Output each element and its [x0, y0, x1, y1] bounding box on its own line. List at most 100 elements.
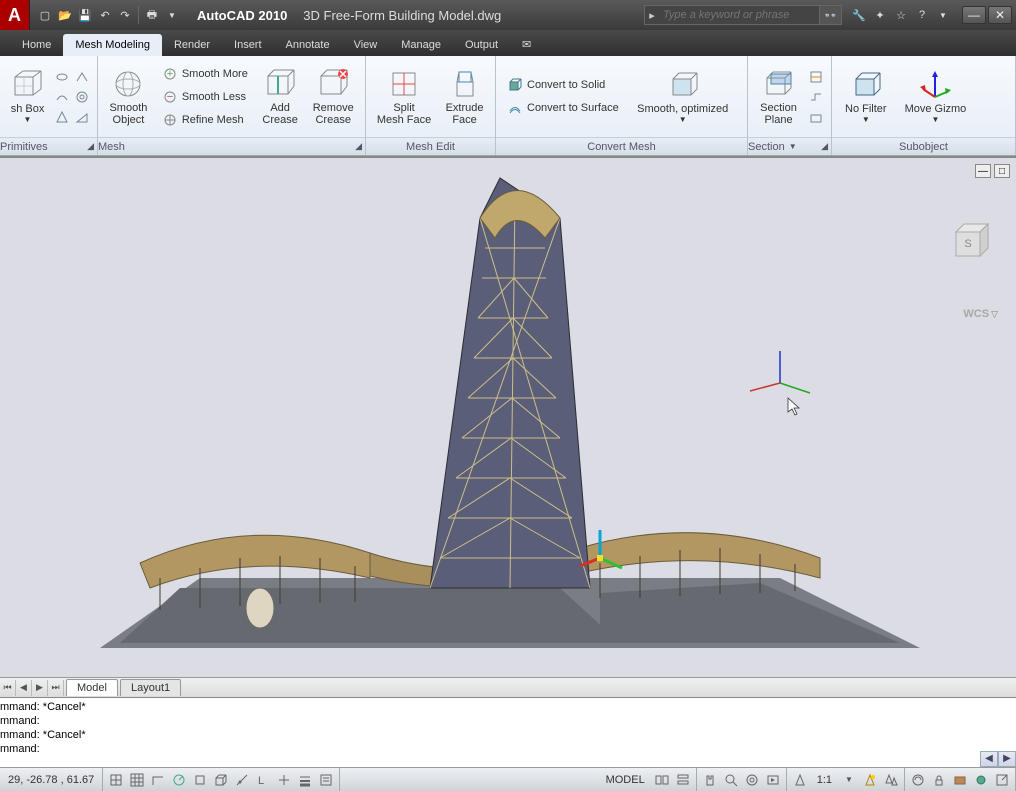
live-section-icon[interactable]	[807, 68, 825, 86]
torus-icon[interactable]	[73, 88, 91, 106]
section-plane-button[interactable]: Section Plane	[754, 65, 803, 129]
pan-icon[interactable]	[700, 771, 720, 789]
convert-to-solid-button[interactable]: Convert to Solid	[502, 74, 624, 96]
section-generate-icon[interactable]	[807, 108, 825, 126]
grid-display-icon[interactable]	[127, 771, 147, 789]
tab-annotate[interactable]: Annotate	[274, 34, 342, 56]
smooth-more-button[interactable]: + Smooth More	[157, 63, 253, 85]
tab-mesh-modeling[interactable]: Mesh Modeling	[63, 34, 162, 56]
annotation-scale-icon[interactable]	[790, 771, 810, 789]
extrude-face-button[interactable]: Extrude Face	[440, 65, 489, 129]
layout-next-button[interactable]: ▶	[32, 680, 48, 696]
mesh-box-button[interactable]: sh Box ▼	[6, 66, 49, 127]
quick-view-layouts-icon[interactable]	[652, 771, 672, 789]
open-icon[interactable]: 📂	[56, 6, 74, 24]
otrack-icon[interactable]	[232, 771, 252, 789]
convert-to-surface-button[interactable]: Convert to Surface	[502, 97, 624, 119]
osnap-icon[interactable]	[190, 771, 210, 789]
quick-properties-icon[interactable]	[316, 771, 336, 789]
viewport-maximize-button[interactable]: □	[994, 164, 1010, 178]
wedge-icon[interactable]	[73, 108, 91, 126]
remove-crease-button[interactable]: Remove Crease	[307, 65, 359, 129]
no-filter-button[interactable]: No Filter ▼	[838, 66, 894, 127]
ortho-mode-icon[interactable]	[148, 771, 168, 789]
cmd-scroll-left[interactable]: ◀	[980, 751, 998, 767]
smooth-object-button[interactable]: Smooth Object	[104, 65, 153, 129]
loft-icon[interactable]	[73, 68, 91, 86]
move-gizmo-button[interactable]: Move Gizmo ▼	[898, 66, 974, 127]
wcs-label[interactable]: WCS ▽	[963, 308, 998, 320]
favorites-icon[interactable]: ☆	[892, 6, 910, 24]
search-dropdown-icon[interactable]: ▸	[645, 9, 659, 22]
toolbar-lock-icon[interactable]	[929, 771, 949, 789]
layout-first-button[interactable]: ⏮	[0, 680, 16, 696]
undo-icon[interactable]: ↶	[96, 6, 114, 24]
section-jog-icon[interactable]	[807, 88, 825, 106]
status-model-label[interactable]: MODEL	[600, 774, 651, 786]
layout-tab-layout1[interactable]: Layout1	[120, 679, 181, 696]
tab-home[interactable]: Home	[10, 34, 63, 56]
new-icon[interactable]: ▢	[36, 6, 54, 24]
lineweight-icon[interactable]	[295, 771, 315, 789]
express-tools-icon[interactable]: ✉	[510, 33, 543, 56]
quick-view-drawings-icon[interactable]	[673, 771, 693, 789]
app-menu-button[interactable]: A	[0, 0, 30, 30]
sweep-icon[interactable]	[53, 88, 71, 106]
subscription-icon[interactable]: 🔧	[850, 6, 868, 24]
refine-mesh-button[interactable]: Refine Mesh	[157, 109, 253, 131]
clean-screen-icon[interactable]	[992, 771, 1012, 789]
save-icon[interactable]: 💾	[76, 6, 94, 24]
pyramid-icon[interactable]	[53, 108, 71, 126]
communication-icon[interactable]: ✦	[871, 6, 889, 24]
revolve-icon[interactable]	[53, 68, 71, 86]
snap-mode-icon[interactable]	[106, 771, 126, 789]
search-input[interactable]	[659, 6, 819, 24]
drawing-area[interactable]	[0, 158, 1016, 677]
command-window[interactable]: mmand: *Cancel* mmand: mmand: *Cancel* m…	[0, 697, 1016, 767]
search-box[interactable]: ▸ 👓	[644, 5, 842, 25]
status-coordinates[interactable]: 29, -26.78 , 61.67	[0, 768, 103, 791]
close-button[interactable]: ✕	[988, 6, 1012, 24]
minimize-button[interactable]: —	[962, 6, 986, 24]
tab-render[interactable]: Render	[162, 34, 222, 56]
help-icon[interactable]: ?	[913, 6, 931, 24]
add-crease-button[interactable]: Add Crease	[257, 65, 304, 129]
cmd-scroll-right[interactable]: ▶	[998, 751, 1016, 767]
tab-view[interactable]: View	[342, 34, 390, 56]
layout-tab-model[interactable]: Model	[66, 679, 118, 696]
tab-output[interactable]: Output	[453, 34, 510, 56]
workspace-switching-icon[interactable]	[908, 771, 928, 789]
tab-manage[interactable]: Manage	[389, 34, 453, 56]
tab-insert[interactable]: Insert	[222, 34, 274, 56]
polar-tracking-icon[interactable]	[169, 771, 189, 789]
qat-dropdown-icon[interactable]: ▼	[163, 6, 181, 24]
help-dropdown-icon[interactable]: ▼	[934, 6, 952, 24]
layout-prev-button[interactable]: ◀	[16, 680, 32, 696]
annotation-visibility-icon[interactable]	[860, 771, 880, 789]
osnap3d-icon[interactable]	[211, 771, 231, 789]
dynamic-input-icon[interactable]	[274, 771, 294, 789]
annotation-scale-dropdown[interactable]: ▼	[839, 771, 859, 789]
panel-section-dropdown-icon[interactable]: ▼	[789, 142, 797, 151]
annotation-scale-value[interactable]: 1:1	[811, 774, 838, 786]
viewport-minimize-button[interactable]: —	[975, 164, 991, 178]
zoom-icon[interactable]	[721, 771, 741, 789]
split-mesh-face-button[interactable]: Split Mesh Face	[372, 65, 436, 129]
ducs-icon[interactable]: L	[253, 771, 273, 789]
smooth-less-button[interactable]: − Smooth Less	[157, 86, 253, 108]
smooth-optimized-button[interactable]: Smooth, optimized ▼	[628, 66, 738, 127]
panel-section-expand[interactable]: ◢	[821, 141, 828, 152]
hardware-acceleration-icon[interactable]	[950, 771, 970, 789]
search-binoculars-icon[interactable]: 👓	[819, 6, 841, 24]
annotation-autoscale-icon[interactable]	[881, 771, 901, 789]
layout-last-button[interactable]: ⏭	[48, 680, 64, 696]
viewcube[interactable]: S	[946, 218, 992, 264]
print-icon[interactable]: 🖶	[143, 6, 161, 24]
viewport[interactable]: — □ S WCS ▽	[0, 156, 1016, 677]
steering-wheel-icon[interactable]	[742, 771, 762, 789]
panel-mesh-expand[interactable]: ◢	[355, 141, 362, 152]
showmotion-icon[interactable]	[763, 771, 783, 789]
redo-icon[interactable]: ↷	[116, 6, 134, 24]
panel-primitives-expand[interactable]: ◢	[87, 141, 94, 152]
isolate-objects-icon[interactable]	[971, 771, 991, 789]
